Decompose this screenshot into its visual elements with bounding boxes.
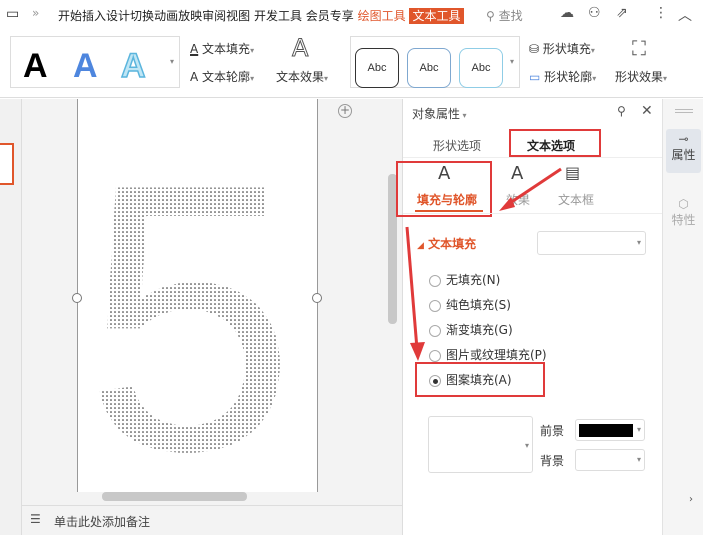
tab-design[interactable]: 设计 [106,9,130,23]
notes-bar[interactable]: ☰ 单击此处添加备注 [22,505,402,535]
tab-review[interactable]: 审阅 [202,9,226,23]
pattern-dropdown[interactable]: ▾ [428,416,533,473]
slide-page[interactable]: 5 [77,99,318,492]
text-fill-button[interactable]: A 文本填充▾ [190,40,254,57]
text-fill-icon: A [190,42,199,56]
text-style-outline[interactable]: A [120,46,146,86]
text-outline-icon: A [190,70,199,84]
text-outline-button[interactable]: A 文本轮廓▾ [190,68,254,85]
background-color-picker[interactable]: ▾ [575,449,645,471]
add-icon[interactable]: + [338,104,352,118]
shape-style-dark[interactable]: Abc [355,48,399,88]
fill-preview-dropdown[interactable]: ▾ [537,231,646,255]
file-icon[interactable]: ▭ [6,6,19,22]
text-style-blue[interactable]: A [73,47,98,86]
section-text-fill[interactable]: ◢ 文本填充 [417,235,476,252]
tab-member[interactable]: 会员专享 [306,9,354,23]
highlight-box [415,362,545,397]
shape-style-blue[interactable]: Abc [407,48,451,88]
text-style-gallery: A A A ▾ [10,36,180,88]
slide-thumbnail[interactable] [0,143,14,185]
shape-outline-button[interactable]: ▭ 形状轮廓▾ [529,68,596,85]
more-icon[interactable]: ⋮ [654,5,668,21]
shape-style-gallery: Abc Abc Abc ▾ [350,36,520,88]
tab-view[interactable]: 视图 [226,9,250,23]
search-icon: ⚲ [486,9,495,23]
radio[interactable] [429,349,441,362]
shape-effect-icon: ⛶ [632,36,646,60]
tab-slideshow[interactable]: 放映 [178,9,202,23]
gallery-more-icon[interactable]: ▾ [510,57,514,66]
features-button[interactable]: ⬡ 特性 [666,197,701,228]
properties-panel: 对象属性 ▾ ⚲ ✕ 形状选项 文本选项 A 填充与轮廓 A 效果 ▤ 文本框 … [396,99,663,535]
tab-draw-tools[interactable]: 绘图工具 [358,9,406,23]
text-style-black[interactable]: A [23,47,48,86]
tab-insert[interactable]: 插入 [82,9,106,23]
expand-icon[interactable]: » [32,6,39,20]
tab-text-tools[interactable]: 文本工具 [409,8,464,24]
radio[interactable] [429,274,441,287]
shape-effect-button[interactable]: 形状效果▾ [615,68,667,85]
tab-animation[interactable]: 动画 [154,9,178,23]
radio[interactable] [429,324,441,337]
background-label: 背景 [540,454,565,468]
horizontal-scrollbar[interactable] [102,492,247,501]
search-button[interactable]: ⚲ 查找 [486,7,523,24]
notes-placeholder[interactable]: 单击此处添加备注 [54,513,150,530]
digit-text: 5 [84,105,295,492]
foreground-color-picker[interactable]: ▾ [575,419,645,441]
digit-shape[interactable]: 5 [78,99,319,492]
tab-developer[interactable]: 开发工具 [254,9,302,23]
text-effect-icon: A [291,34,309,63]
tab-start[interactable]: 开始 [58,9,82,23]
option-gradient-fill[interactable]: 渐变填充(G) [429,321,513,338]
ribbon: A A A ▾ A 文本填充▾ A 文本轮廓▾ A 文本效果▾ Abc Abc … [0,30,703,98]
cloud-icon[interactable]: ☁ [560,5,574,21]
shape-outline-icon: ▭ [529,70,541,84]
resize-handle-right[interactable] [312,293,322,303]
properties-button[interactable]: ⊸ 属性 [666,129,701,173]
notes-icon: ☰ [30,512,41,526]
slide-canvas[interactable]: 5 + [22,99,402,505]
gallery-more-icon[interactable]: ▾ [170,57,174,66]
option-picture-fill[interactable]: 图片或纹理填充(P) [429,346,547,363]
collapse-icon[interactable]: ︿ [678,5,692,25]
share-icon[interactable]: ⇗ [616,5,628,21]
expand-arrow-icon[interactable]: › [689,494,693,505]
shape-fill-icon: ⛁ [529,42,540,56]
shape-style-light-blue[interactable]: Abc [459,48,503,88]
menu-bar: ▭ » 开始插入设计切换动画放映审阅视图 开发工具 会员专享 绘图工具 文本工具… [0,0,703,30]
tab-transition[interactable]: 切换 [130,9,154,23]
resize-handle-left[interactable] [72,293,82,303]
text-effect-button[interactable]: 文本效果▾ [276,68,328,85]
right-sidebar: ⊸ 属性 ⬡ 特性 › [662,99,703,535]
cube-icon: ⬡ [678,197,689,211]
option-no-fill[interactable]: 无填充(N) [429,271,500,288]
properties-icon: ⊸ [678,132,689,146]
radio[interactable] [429,299,441,312]
shape-fill-button[interactable]: ⛁ 形状填充▾ [529,40,595,57]
foreground-label: 前景 [540,424,565,438]
option-solid-fill[interactable]: 纯色填充(S) [429,296,511,313]
user-add-icon[interactable]: ⚇ [588,5,601,21]
slide-thumbnails[interactable] [0,99,22,535]
